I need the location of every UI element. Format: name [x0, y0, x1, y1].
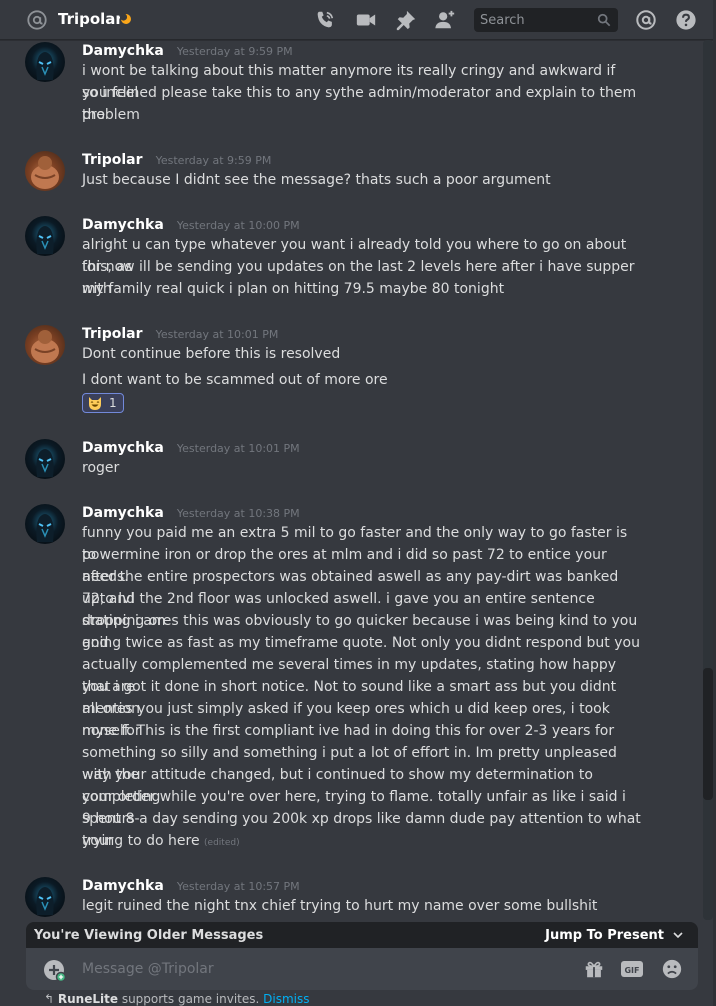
message-text: roger [82, 460, 120, 476]
emoji-icon[interactable] [660, 958, 684, 980]
search-input[interactable] [474, 8, 584, 32]
timestamp: Yesterday at 9:59 PM [176, 45, 293, 58]
avatar-image [31, 156, 59, 189]
author-name[interactable]: Tripolar [82, 152, 143, 168]
timestamp: Yesterday at 10:01 PM [176, 442, 300, 455]
jump-to-present-label: Jump To Present [545, 927, 664, 943]
author-name[interactable]: Damychka [82, 505, 164, 521]
mention-icon[interactable] [635, 9, 657, 31]
message-text: myself. This is the first compliant ive … [82, 723, 615, 739]
message-text: Just because I didnt see the message? th… [82, 172, 551, 188]
avatar-image [36, 226, 54, 254]
channel-header: Tripolar [0, 0, 716, 40]
older-messages-text: You're Viewing Older Messages [34, 927, 264, 943]
message-text: going twice as fast as my timeframe quot… [82, 635, 640, 651]
timestamp: Yesterday at 10:57 PM [176, 880, 300, 893]
message-text-span: trying to do here [82, 833, 200, 849]
author-name[interactable]: Damychka [82, 43, 164, 59]
message-composer: GIF [26, 948, 698, 990]
reaction-button[interactable]: 1 [82, 393, 124, 413]
game-invite-notice: ↰ RuneLite supports game invites. Dismis… [44, 992, 310, 1006]
avatar-image [36, 887, 54, 915]
chevron-down-icon [673, 932, 683, 939]
message-header: Tripolar Yesterday at 9:59 PM [82, 149, 271, 168]
message-text: my family real quick i plan on hitting 7… [82, 281, 505, 297]
svg-text:GIF: GIF [624, 966, 639, 975]
add-friend-icon[interactable] [434, 9, 456, 31]
avatar[interactable] [25, 504, 65, 544]
avatar[interactable] [25, 439, 65, 479]
timestamp: Yesterday at 10:01 PM [155, 328, 279, 341]
help-icon[interactable] [675, 9, 697, 31]
phone-call-icon[interactable] [314, 9, 336, 31]
dismiss-link[interactable]: Dismiss [263, 992, 309, 1006]
pin-icon[interactable] [395, 9, 417, 31]
video-call-icon[interactable] [355, 9, 377, 31]
message-text: I dont want to be scammed out of more or… [82, 372, 388, 388]
author-name[interactable]: Damychka [82, 878, 164, 894]
upload-plus-icon[interactable] [42, 958, 66, 982]
message-list[interactable]: Damychka Yesterday at 9:59 PM i wont be … [0, 40, 704, 920]
avatar[interactable] [25, 151, 65, 191]
scrollbar-thumb[interactable] [703, 668, 713, 800]
message-text: Dont continue before this is resolved [82, 346, 341, 362]
reaction-count: 1 [109, 396, 117, 410]
jump-to-present-button[interactable]: Jump To Present [545, 928, 684, 943]
at-sign-icon [27, 10, 47, 30]
avatar[interactable] [25, 325, 65, 365]
return-arrow-icon: ↰ [44, 992, 55, 1006]
message-header: Damychka Yesterday at 10:00 PM [82, 214, 300, 233]
message-header: Tripolar Yesterday at 10:01 PM [82, 323, 278, 342]
edited-tag: (edited) [204, 838, 240, 848]
timestamp: Yesterday at 10:38 PM [176, 507, 300, 520]
message-header: Damychka Yesterday at 9:59 PM [82, 40, 293, 59]
message-header: Damychka Yesterday at 10:38 PM [82, 502, 300, 521]
search-icon [597, 13, 611, 27]
author-name[interactable]: Damychka [82, 217, 164, 233]
search-box[interactable] [474, 8, 618, 32]
laughing-cat-emoji-icon [89, 397, 101, 410]
avatar-image [36, 514, 54, 542]
gift-icon[interactable] [582, 958, 606, 980]
notice-text: supports game invites. [118, 992, 264, 1006]
timestamp: Yesterday at 9:59 PM [155, 154, 272, 167]
message-header: Damychka Yesterday at 10:01 PM [82, 437, 300, 456]
avatar-image [36, 52, 54, 80]
message-text: trying to do here (edited) [82, 830, 642, 854]
avatar-image [36, 449, 54, 477]
moon-status-icon [120, 13, 131, 24]
game-name: RuneLite [57, 992, 118, 1006]
message-input[interactable] [82, 956, 562, 982]
avatar-image [31, 330, 59, 363]
older-messages-bar: You're Viewing Older Messages Jump To Pr… [26, 922, 698, 948]
author-name[interactable]: Damychka [82, 440, 164, 456]
message-text: legit ruined the night tnx chief trying … [82, 898, 598, 914]
message-header: Damychka Yesterday at 10:57 PM [82, 875, 300, 894]
avatar[interactable] [25, 877, 65, 917]
channel-name: Tripolar [58, 10, 123, 28]
avatar[interactable] [25, 216, 65, 256]
timestamp: Yesterday at 10:00 PM [176, 219, 300, 232]
avatar[interactable] [25, 42, 65, 82]
author-name[interactable]: Tripolar [82, 326, 143, 342]
gif-icon[interactable]: GIF [620, 958, 644, 980]
message-text: problem [82, 107, 140, 123]
